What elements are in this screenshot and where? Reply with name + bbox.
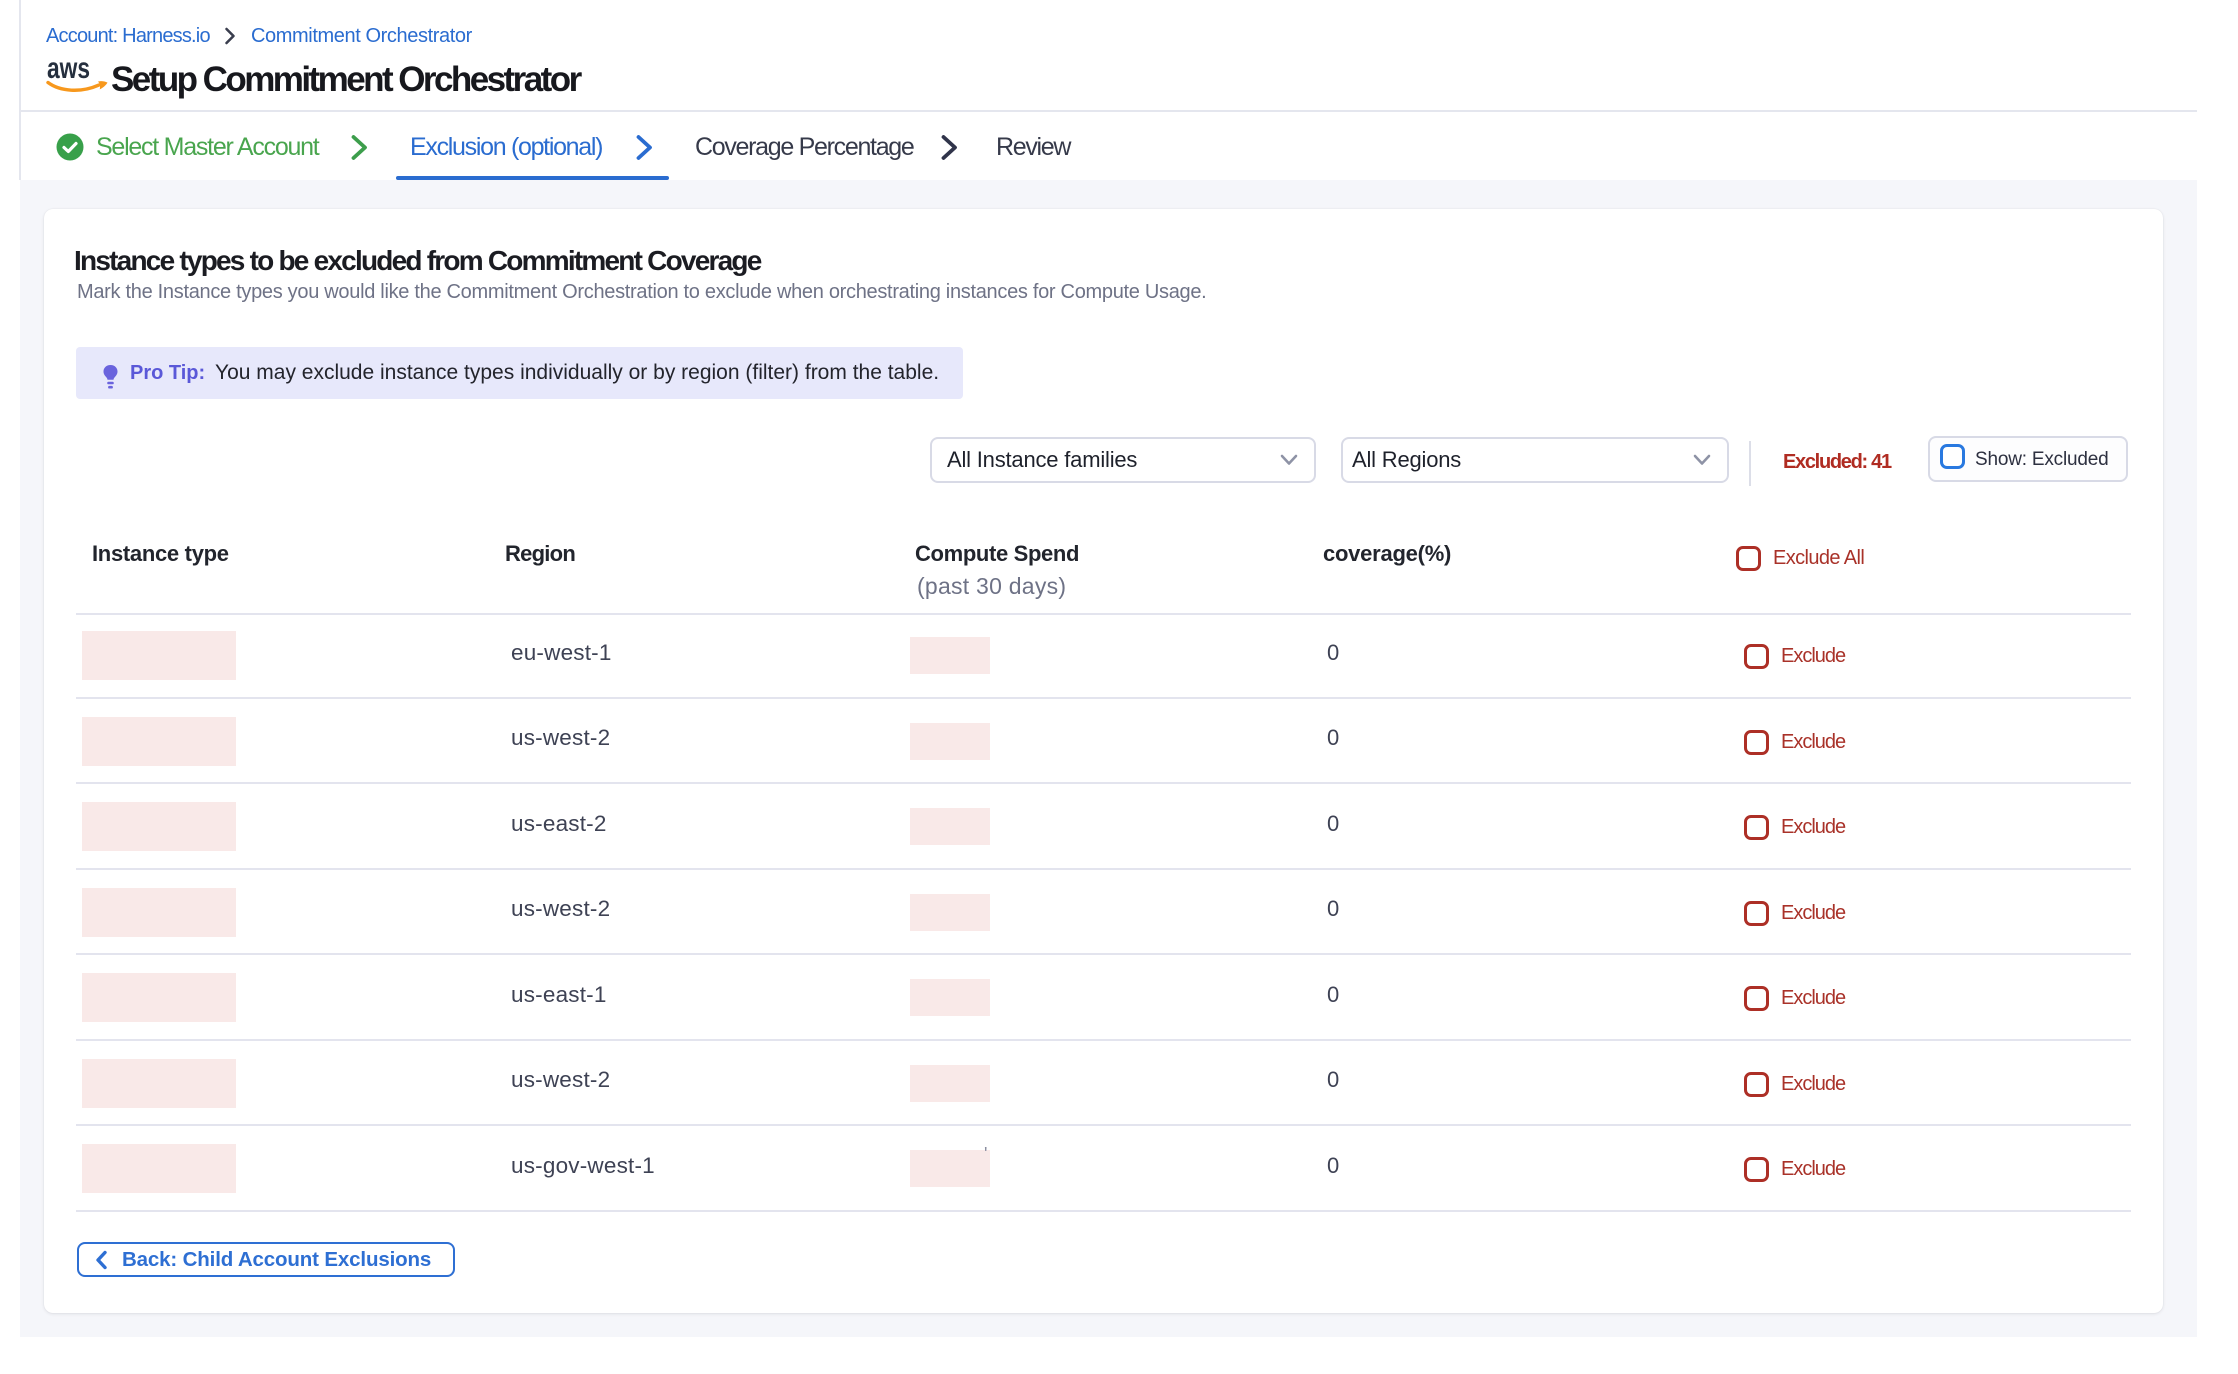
- svg-text:aws: aws: [47, 52, 90, 85]
